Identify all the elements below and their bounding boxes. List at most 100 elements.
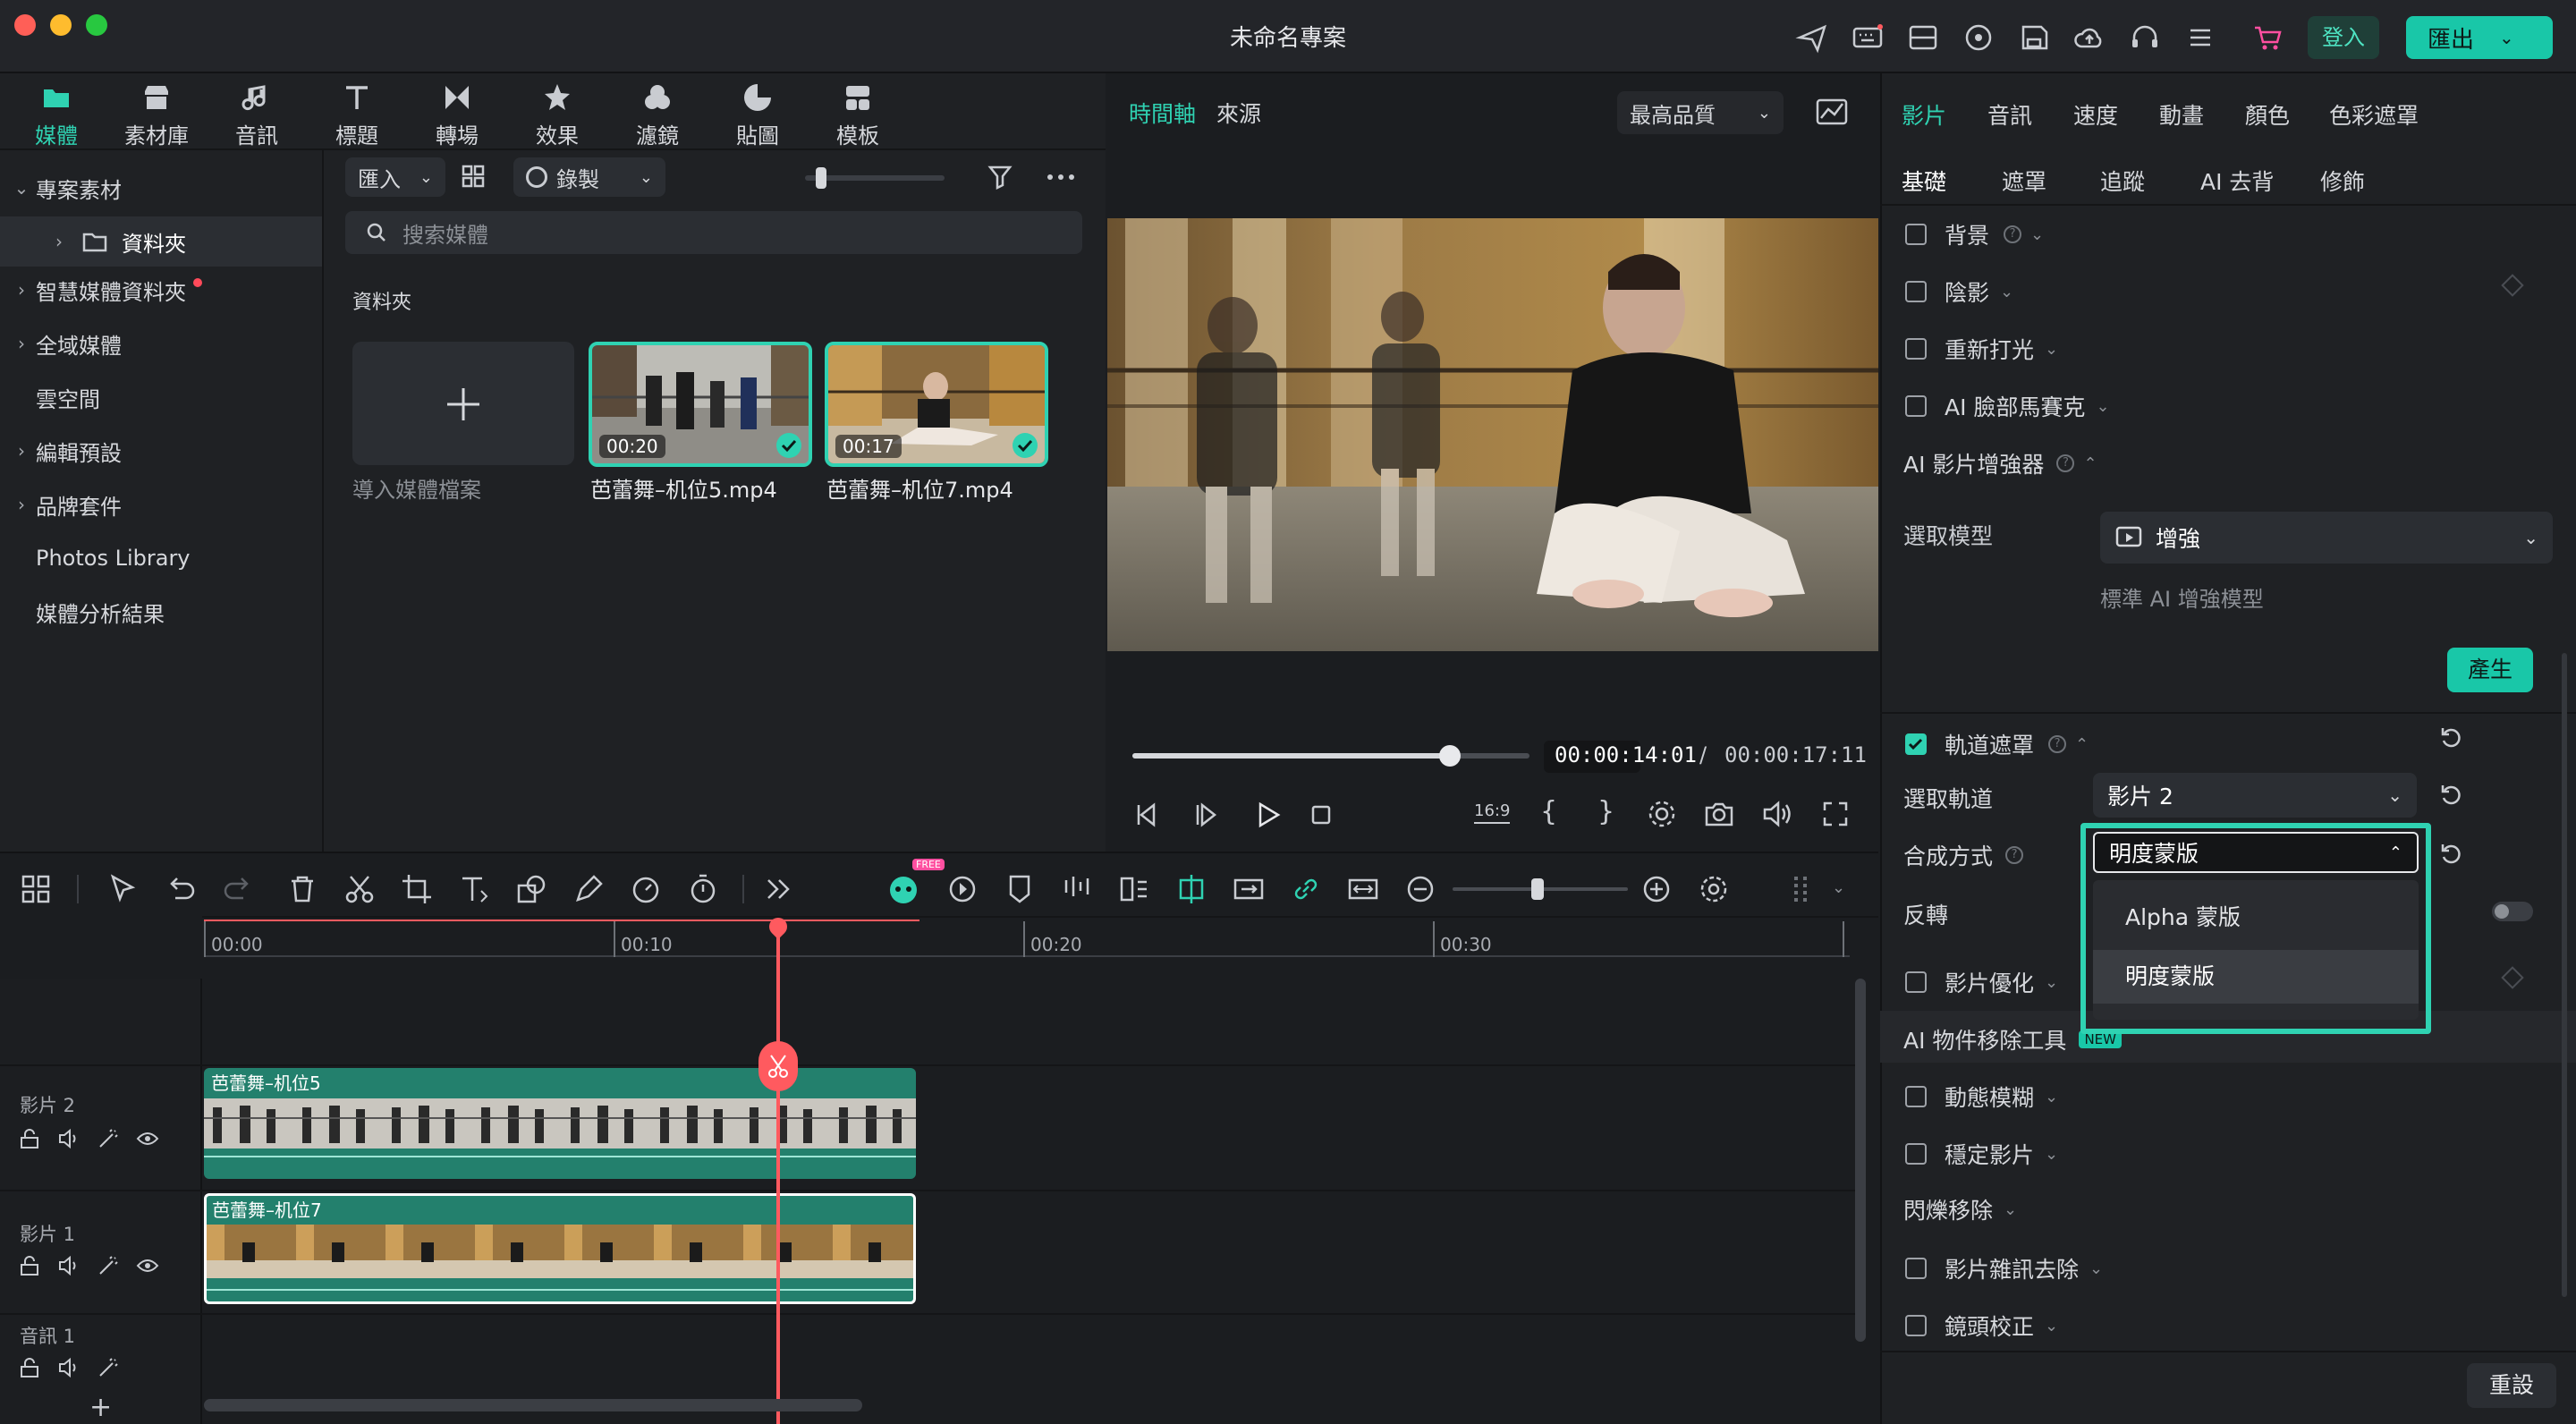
- chevron-down-icon[interactable]: ⌄: [1832, 878, 1845, 897]
- stabilize-checkbox[interactable]: [1905, 1143, 1927, 1165]
- magic-wand-icon[interactable]: [97, 1127, 120, 1150]
- tab-speed[interactable]: 速度: [2073, 98, 2118, 131]
- filter-sort-icon[interactable]: [987, 163, 1016, 191]
- lock-icon[interactable]: [18, 1127, 41, 1150]
- tab-filters[interactable]: 濾鏡: [608, 81, 707, 149]
- undo-icon[interactable]: [163, 871, 199, 907]
- invert-toggle[interactable]: [2492, 902, 2533, 921]
- add-track-button[interactable]: +: [89, 1392, 112, 1423]
- headset-icon[interactable]: [2127, 20, 2163, 55]
- deflicker-row[interactable]: 閃爍移除 ⌄: [1903, 1193, 2017, 1225]
- playback-progress-bar[interactable]: [1132, 745, 1530, 767]
- motion-blur-checkbox[interactable]: [1905, 1086, 1927, 1107]
- reset-icon[interactable]: [2438, 841, 2463, 866]
- layout-icon[interactable]: [1905, 20, 1941, 55]
- track-matte-row[interactable]: 軌道遮罩 ? ⌃: [1905, 728, 2089, 760]
- audio-sync-icon[interactable]: [945, 871, 980, 907]
- menu-item-luma-matte[interactable]: 明度蒙版: [2093, 950, 2419, 1004]
- tab-templates[interactable]: 模板: [809, 81, 907, 149]
- beat-icon[interactable]: [1059, 871, 1095, 907]
- subtab-ai-cutout[interactable]: AI 去背: [2200, 165, 2274, 197]
- background-checkbox[interactable]: [1905, 224, 1927, 245]
- lock-icon[interactable]: [18, 1356, 41, 1379]
- aspect-ratio-button[interactable]: 16:9: [1474, 801, 1511, 824]
- media-clip-thumbnail[interactable]: 00:20: [589, 342, 812, 467]
- face-mosaic-row[interactable]: AI 臉部馬賽克 ⌄: [1905, 390, 2110, 422]
- subtab-mask[interactable]: 遮罩: [2002, 165, 2046, 197]
- denoise-row[interactable]: 影片雜訊去除 ⌄: [1905, 1252, 2103, 1284]
- reset-icon[interactable]: [2438, 782, 2463, 807]
- timeline-clip-video-1[interactable]: 芭蕾舞–机位7: [204, 1193, 916, 1304]
- cloud-upload-icon[interactable]: [2072, 20, 2107, 55]
- layout-grid-icon[interactable]: [18, 871, 54, 907]
- shadow-row[interactable]: 陰影 ⌄: [1905, 275, 2013, 308]
- volume-icon[interactable]: [1760, 798, 1792, 830]
- cart-icon[interactable]: [2250, 20, 2286, 55]
- blend-mode-dropdown[interactable]: 明度蒙版 ⌃: [2093, 832, 2419, 873]
- speaker-icon[interactable]: [57, 1254, 80, 1277]
- zoom-window-button[interactable]: [86, 14, 107, 36]
- subtab-retouch[interactable]: 修飾: [2320, 165, 2365, 197]
- background-row[interactable]: 背景 ? ⌄: [1905, 218, 2044, 250]
- track-matte-checkbox[interactable]: [1905, 733, 1927, 755]
- subtab-tracking[interactable]: 追蹤: [2100, 165, 2145, 197]
- menu-item-alpha-matte[interactable]: Alpha 蒙版: [2093, 891, 2419, 945]
- color-icon[interactable]: [1961, 20, 1996, 55]
- tab-store[interactable]: 素材庫: [107, 81, 206, 149]
- record-dropdown[interactable]: 錄製 ⌄: [513, 157, 665, 197]
- stabilize-row[interactable]: 穩定影片 ⌄: [1905, 1138, 2058, 1170]
- select-tool-icon[interactable]: [106, 871, 141, 907]
- search-input[interactable]: 搜索媒體: [345, 211, 1082, 254]
- fullscreen-icon[interactable]: [1819, 798, 1852, 830]
- lens-correction-row[interactable]: 鏡頭校正 ⌄: [1905, 1310, 2058, 1342]
- face-mosaic-checkbox[interactable]: [1905, 395, 1927, 417]
- detach-icon[interactable]: [1116, 871, 1152, 907]
- generate-button[interactable]: 產生: [2447, 648, 2533, 692]
- timer-icon[interactable]: [685, 871, 721, 907]
- tab-video[interactable]: 影片: [1902, 98, 1946, 131]
- save-icon[interactable]: [2016, 20, 2052, 55]
- sidebar-item-photos-library[interactable]: Photos Library: [0, 533, 322, 583]
- relight-row[interactable]: 重新打光 ⌄: [1905, 333, 2058, 365]
- pen-icon[interactable]: [571, 871, 606, 907]
- tab-media[interactable]: 媒體: [7, 81, 106, 149]
- previous-frame-icon[interactable]: [1132, 800, 1163, 830]
- time-ruler[interactable]: 00:00 00:10 00:20 00:30: [204, 921, 1850, 957]
- model-dropdown[interactable]: 增強 ⌄: [2100, 512, 2553, 564]
- tab-color[interactable]: 顏色: [2245, 98, 2290, 131]
- stop-icon[interactable]: [1306, 800, 1336, 830]
- playhead-knob[interactable]: [1439, 745, 1462, 767]
- magic-wand-icon[interactable]: [97, 1254, 120, 1277]
- crop-icon[interactable]: [399, 871, 435, 907]
- drag-handle-icon[interactable]: [1784, 871, 1819, 907]
- ai-robot-icon[interactable]: [886, 871, 921, 907]
- sidebar-item-cloud[interactable]: 雲空間: [0, 372, 322, 422]
- mark-out-icon[interactable]: }: [1597, 796, 1614, 827]
- snapshot-icon[interactable]: [1703, 798, 1735, 830]
- timeline-zoom-slider[interactable]: [1453, 878, 1628, 900]
- send-icon[interactable]: [1794, 20, 1830, 55]
- speed-icon[interactable]: [628, 871, 664, 907]
- motion-blur-row[interactable]: 動態模糊 ⌄: [1905, 1081, 2058, 1113]
- video-preview[interactable]: [1107, 218, 1878, 651]
- quality-dropdown[interactable]: 最高品質 ⌄: [1617, 91, 1784, 134]
- reset-button[interactable]: 重設: [2467, 1363, 2556, 1408]
- subtab-basic[interactable]: 基礎: [1902, 165, 1946, 197]
- export-button[interactable]: 匯出 ⌄: [2406, 16, 2553, 59]
- speaker-icon[interactable]: [57, 1356, 80, 1379]
- tab-audio[interactable]: 音訊: [208, 81, 306, 149]
- more-tools-icon[interactable]: [760, 871, 796, 907]
- marker-icon[interactable]: [1002, 871, 1038, 907]
- magic-wand-icon[interactable]: [97, 1356, 120, 1379]
- speaker-icon[interactable]: [57, 1127, 80, 1150]
- replace-icon[interactable]: [1231, 871, 1267, 907]
- tab-audio-props[interactable]: 音訊: [1987, 98, 2032, 131]
- playhead[interactable]: [776, 921, 780, 1424]
- lock-icon[interactable]: [18, 1254, 41, 1277]
- sidebar-item-brand-kit[interactable]: › 品牌套件: [0, 479, 322, 530]
- import-media-tile[interactable]: [352, 342, 574, 465]
- zoom-in-icon[interactable]: [1639, 871, 1674, 907]
- select-track-dropdown[interactable]: 影片 2 ⌄: [2093, 773, 2417, 818]
- close-window-button[interactable]: [14, 14, 36, 36]
- next-frame-icon[interactable]: [1193, 800, 1224, 830]
